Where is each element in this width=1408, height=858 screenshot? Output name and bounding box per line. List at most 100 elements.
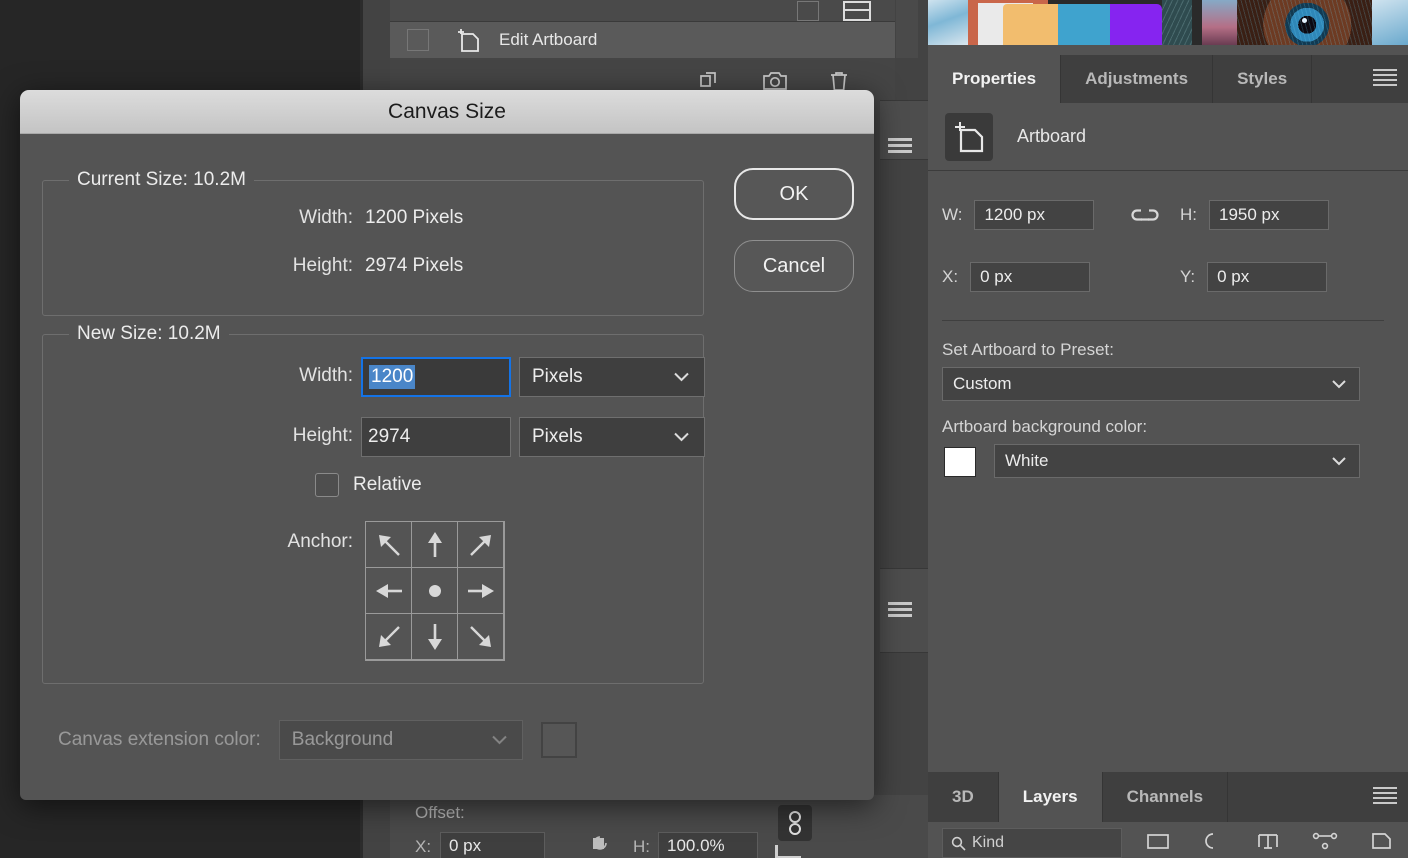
new-size-group: New Size: 10.2M Width: 1200 Pixels Heigh… <box>42 334 704 684</box>
tab-3d[interactable]: 3D <box>928 772 999 822</box>
filter-shape-icon[interactable] <box>1312 832 1338 850</box>
anchor-bottom-left[interactable] <box>365 613 412 660</box>
layers-filter-row: Kind <box>928 822 1408 858</box>
layer-visibility-checkbox[interactable] <box>797 1 819 21</box>
x-label: X: <box>942 267 958 287</box>
anchor-bottom-right[interactable] <box>457 613 504 660</box>
width-label: W: <box>942 205 962 225</box>
link-dimensions-icon[interactable] <box>1130 206 1160 224</box>
new-width-value: 1200 <box>369 365 415 389</box>
new-height-unit-select[interactable]: Pixels <box>519 417 705 457</box>
filter-pixel-icon[interactable] <box>1146 832 1170 850</box>
chevron-down-icon <box>1331 379 1347 389</box>
new-height-label: Height: <box>213 425 353 447</box>
tab-channels[interactable]: Channels <box>1103 772 1229 822</box>
tab-styles[interactable]: Styles <box>1213 55 1312 103</box>
new-height-value: 2974 <box>368 426 410 448</box>
bg-color-label: Artboard background color: <box>942 417 1147 437</box>
relative-checkbox-row[interactable]: Relative <box>315 473 422 497</box>
trash-icon[interactable] <box>828 70 850 92</box>
section-divider <box>942 320 1384 321</box>
properties-header-title: Artboard <box>1017 126 1086 147</box>
layers-panel-menu-icon[interactable] <box>1362 772 1408 822</box>
properties-tab-bar: Properties Adjustments Styles <box>928 55 1408 103</box>
edit-artboard-checkbox[interactable] <box>407 29 429 51</box>
relative-label: Relative <box>353 474 422 496</box>
current-width-value: 1200 Pixels <box>365 207 463 229</box>
offset-x-label: X: <box>415 837 431 857</box>
link-chain-icon[interactable] <box>778 805 812 841</box>
offset-x-field[interactable]: 0 px <box>440 832 545 858</box>
artboard-preset-select[interactable]: Custom <box>942 367 1360 401</box>
properties-body: W: 1200 px H: 1950 px X: 0 px Y: 0 p <box>928 172 1408 770</box>
current-size-group: Current Size: 10.2M Width: 1200 Pixels H… <box>42 180 704 316</box>
new-width-unit-select[interactable]: Pixels <box>519 357 705 397</box>
tab-properties[interactable]: Properties <box>928 55 1061 103</box>
new-width-input[interactable]: 1200 <box>361 357 511 397</box>
height-label: H: <box>1180 205 1197 225</box>
tab-layers[interactable]: Layers <box>999 772 1103 822</box>
artboard-bg-color-value: White <box>1005 451 1048 471</box>
panel-menu-icon-top[interactable] <box>888 138 912 156</box>
properties-panel-menu-icon[interactable] <box>1362 55 1408 103</box>
new-size-legend: New Size: 10.2M <box>69 323 229 345</box>
width-field[interactable]: 1200 px <box>974 200 1094 230</box>
height-field[interactable]: 1950 px <box>1209 200 1329 230</box>
artboard-type-icon <box>945 113 993 161</box>
canvas-extension-row: Canvas extension color: Background <box>58 720 577 760</box>
edit-artboard-label: Edit Artboard <box>499 30 597 50</box>
new-width-unit-value: Pixels <box>532 366 583 388</box>
chevron-down-icon <box>1331 456 1347 466</box>
panel-menu-icon-middle[interactable] <box>888 602 912 620</box>
bg-color-swatch[interactable] <box>944 447 976 477</box>
new-document-icon[interactable] <box>698 70 722 92</box>
new-height-unit-value: Pixels <box>532 426 583 448</box>
current-size-legend: Current Size: 10.2M <box>69 169 254 191</box>
dialog-title-bar: Canvas Size <box>20 90 874 134</box>
y-field[interactable]: 0 px <box>1207 262 1327 292</box>
offset-h-label: H: <box>633 837 650 857</box>
anchor-top-right[interactable] <box>457 521 504 568</box>
anchor-bottom-center[interactable] <box>411 613 458 660</box>
offset-h-field[interactable]: 100.0% <box>658 832 758 858</box>
filter-adjustment-icon[interactable] <box>1202 832 1224 850</box>
new-height-input[interactable]: 2974 <box>361 417 511 457</box>
ok-button[interactable]: OK <box>734 168 854 220</box>
current-height-label: Height: <box>243 255 353 277</box>
tab-adjustments[interactable]: Adjustments <box>1061 55 1213 103</box>
anchor-top-left[interactable] <box>365 521 412 568</box>
offset-label: Offset: <box>415 803 465 823</box>
panel-scrollbar-track[interactable] <box>896 0 918 58</box>
layers-tab-bar: 3D Layers Channels <box>928 772 1408 822</box>
text-lines-icon <box>843 1 871 21</box>
anchor-middle-left[interactable] <box>365 567 412 614</box>
camera-icon[interactable] <box>762 70 788 92</box>
artboard-bg-color-select[interactable]: White <box>994 444 1360 478</box>
filter-type-icon[interactable] <box>1256 832 1280 850</box>
artboard-preset-value: Custom <box>953 374 1012 394</box>
anchor-middle-right[interactable] <box>457 567 504 614</box>
anchor-top-center[interactable] <box>411 521 458 568</box>
layer-kind-label: Kind <box>972 834 1004 852</box>
dialog-title: Canvas Size <box>388 100 506 124</box>
search-icon <box>951 836 966 851</box>
filter-smart-object-icon[interactable] <box>1370 832 1392 850</box>
chevron-down-icon <box>673 372 690 383</box>
cancel-button[interactable]: Cancel <box>734 240 854 292</box>
canvas-extension-color-swatch <box>541 722 577 758</box>
chevron-down-icon <box>491 735 508 746</box>
current-height-value: 2974 Pixels <box>365 255 463 277</box>
preset-label: Set Artboard to Preset: <box>942 340 1114 360</box>
chevron-down-icon <box>673 432 690 443</box>
anchor-center[interactable] <box>411 567 458 614</box>
list-item-edit-artboard[interactable]: Edit Artboard <box>390 22 895 58</box>
layer-list-row-partial[interactable] <box>390 0 895 22</box>
current-width-label: Width: <box>243 207 353 229</box>
relative-checkbox[interactable] <box>315 473 339 497</box>
canvas-extension-label: Canvas extension color: <box>58 729 261 751</box>
right-panel-column: Properties Adjustments Styles Artboard W… <box>928 0 1408 858</box>
anchor-grid[interactable] <box>365 521 505 661</box>
layer-kind-filter[interactable]: Kind <box>942 828 1122 858</box>
x-field[interactable]: 0 px <box>970 262 1090 292</box>
canvas-size-dialog: Canvas Size Current Size: 10.2M Width: 1… <box>20 90 874 800</box>
